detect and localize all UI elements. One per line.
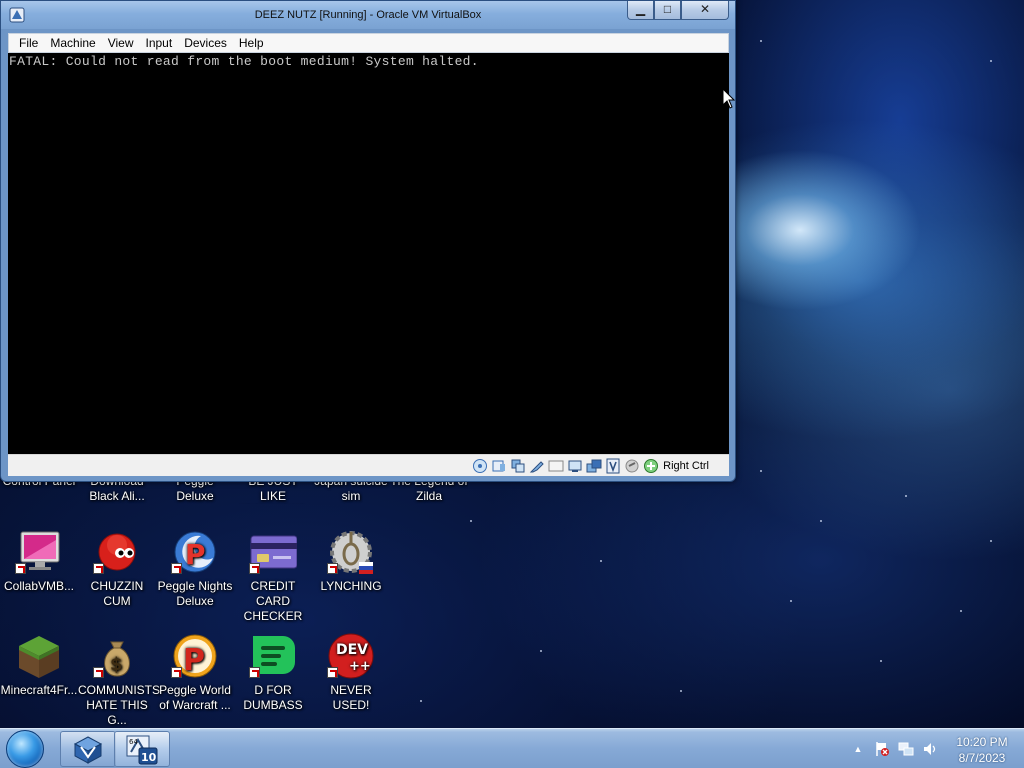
menu-machine[interactable]: Machine [44,34,101,52]
desktop-icon-d-for-dumbass[interactable]: D FOR DUMBASS [234,632,312,713]
show-hidden-icons-arrow[interactable]: ▲ [850,741,866,757]
credit-card-icon [249,528,298,576]
menu-devices[interactable]: Devices [178,34,233,52]
menu-file[interactable]: File [13,34,44,52]
vm-badge-10: 10 [141,751,157,764]
desktop-icon-label: CollabVMB... [3,579,75,593]
desktop-icon-credit-card-checker[interactable]: CREDIT CARD CHECKER [234,528,312,624]
audio-icon[interactable] [510,458,526,474]
taskbar: 64 10 ▲ 10:20 PM 8/7/2023 [0,728,1024,768]
maximize-icon: □ [663,2,672,16]
red-fuzzball-icon [93,528,141,576]
desktop-icon-chuzzin[interactable]: CHUZZIN CUM [78,528,156,609]
taskbar-clock[interactable]: 10:20 PM 8/7/2023 [946,734,1018,766]
desktop-icon-label: LYNCHING [320,579,382,593]
money-bag-icon: $ [93,632,141,680]
system-tray: ▲ [850,741,946,757]
svg-text:P: P [185,538,206,571]
virtualbox-icon [73,736,103,764]
clock-date: 8/7/2023 [958,751,1006,765]
desktop-icon-label: Minecraft4Fr... [0,683,78,697]
maximize-button[interactable]: □ [654,1,681,20]
video-capture-icon[interactable] [605,458,621,474]
menu-view[interactable]: View [102,34,140,52]
green-chat-icon [249,632,297,680]
desktop-icon-communists-hate-this[interactable]: $ COMMUNISTS HATE THIS G... [78,632,160,728]
usb-icon[interactable] [548,458,564,474]
desktop-icon-lynching[interactable]: LYNCHING [312,528,390,594]
window-titlebar[interactable]: DEEZ NUTZ [Running] - Oracle VM VirtualB… [1,1,735,29]
start-button[interactable] [6,730,44,768]
minimize-icon: ▁ [635,2,646,16]
vm-badge-64: 64 [129,738,138,746]
window-title: DEEZ NUTZ [Running] - Oracle VM VirtualB… [254,9,482,21]
menu-input[interactable]: Input [140,34,179,52]
taskbar-virtualbox-manager[interactable] [60,731,116,767]
desktop-icon-collabvmb[interactable]: CollabVMB... [0,528,78,594]
optical-drive-icon[interactable] [491,458,507,474]
desktop-icon-label: Peggle Nights Deluxe [157,579,233,608]
peggle-wow-icon: P [171,632,219,680]
vm-status-bar: Right Ctrl [8,454,729,476]
desktop-icon-label: Peggle World of Warcraft ... [159,683,231,712]
virtualbox-vm-window[interactable]: DEEZ NUTZ [Running] - Oracle VM VirtualB… [0,0,736,482]
dev-icon-text: DEV [336,642,368,658]
vm-display[interactable]: FATAL: Could not read from the boot medi… [8,53,729,454]
hard-disk-icon[interactable] [472,458,488,474]
taskbar-virtualbox-vm[interactable]: 64 10 [114,731,170,767]
display-icon[interactable] [586,458,602,474]
action-center-flag-icon[interactable] [874,741,890,757]
desktop-icon-label: CREDIT CARD CHECKER [243,579,303,623]
boot-error-text: FATAL: Could not read from the boot medi… [9,54,479,69]
desktop-icon-label: COMMUNISTS HATE THIS G... [78,683,160,727]
dev-cpp-icon: DEV ++ [327,632,375,680]
menu-help[interactable]: Help [233,34,270,52]
desktop-icon-label: NEVER USED! [330,683,372,712]
shared-folders-icon[interactable] [567,458,583,474]
minimize-button[interactable]: ▁ [627,1,654,20]
close-icon: ✕ [699,2,711,16]
svg-text:P: P [183,643,205,678]
desktop-icon-peggle-nights-deluxe[interactable]: P Peggle Nights Deluxe [156,528,234,609]
dev-icon-plus-text: ++ [349,659,371,674]
desktop-icon-peggle-world-of-warcraft[interactable]: P Peggle World of Warcraft ... [156,632,234,713]
svg-text:$: $ [110,654,123,675]
network-tray-icon[interactable] [898,741,914,757]
host-key-label[interactable]: Right Ctrl [663,460,709,472]
menu-bar: File Machine View Input Devices Help [8,33,729,53]
desktop-icon-label: CHUZZIN CUM [90,579,144,608]
clock-time: 10:20 PM [956,735,1008,749]
close-button[interactable]: ✕ [681,1,729,20]
peggle-nights-icon: P [171,528,219,576]
desktop-icon-label: D FOR DUMBASS [243,683,303,712]
network-icon[interactable] [529,458,545,474]
cpu-icon[interactable] [624,458,640,474]
gear-rope-icon [327,528,375,576]
mouse-pointer-icon [722,87,736,109]
grass-block-icon [15,632,63,680]
desktop-icon-dev-cpp[interactable]: DEV ++ NEVER USED! [312,632,390,713]
volume-icon[interactable] [922,741,938,757]
monitor-icon [15,528,63,576]
mouse-integration-icon[interactable] [643,458,659,474]
vm-os-icon: 64 10 [126,735,158,765]
desktop-icon-minecraft[interactable]: Minecraft4Fr... [0,632,78,698]
